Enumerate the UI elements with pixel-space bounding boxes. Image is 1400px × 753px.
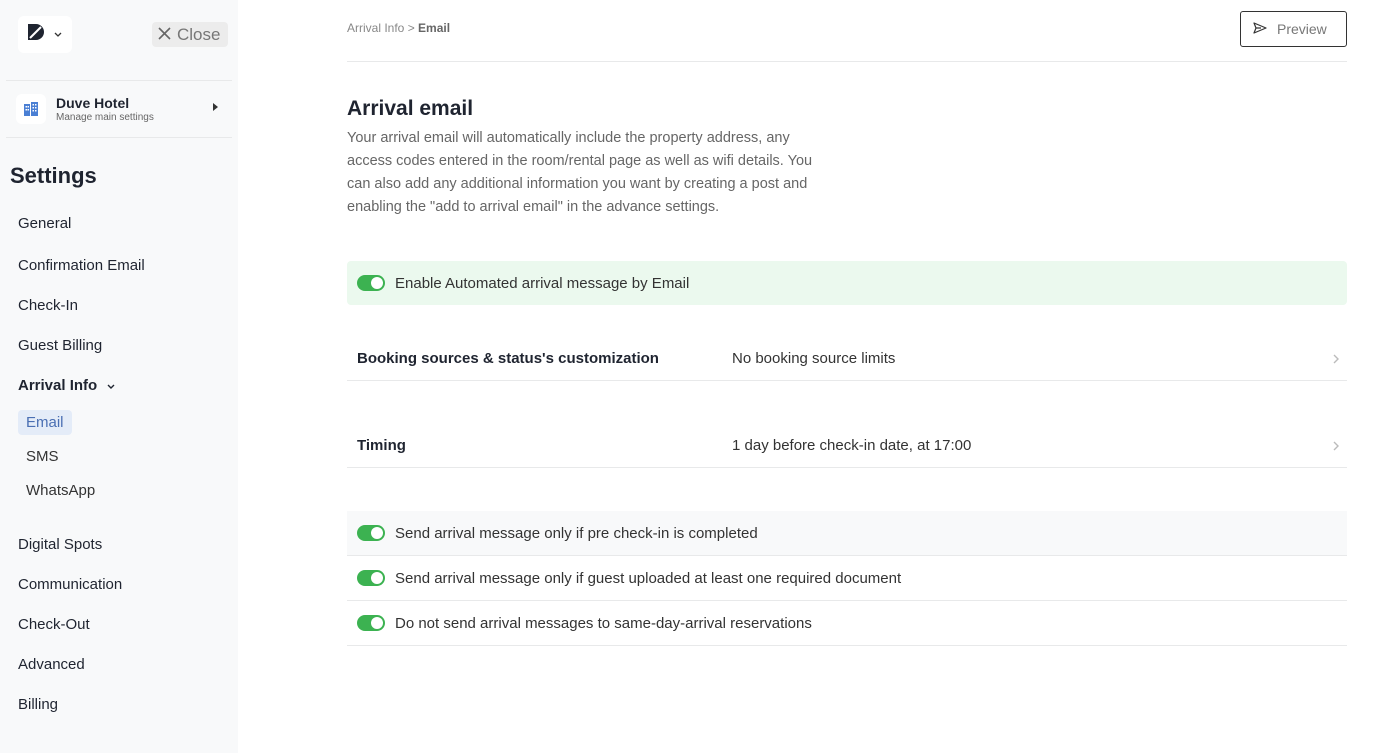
page-title: Arrival email: [347, 97, 474, 120]
enable-arrival-email-label: Enable Automated arrival message by Emai…: [395, 274, 690, 292]
sidebar: Close Duve Hotel Manage main settings Se…: [0, 0, 238, 753]
close-icon: [158, 25, 171, 45]
booking-sources-label: Booking sources & status's customization: [357, 350, 659, 367]
building-icon: [16, 94, 46, 124]
app-switcher-button[interactable]: [18, 16, 72, 53]
preview-label: Preview: [1277, 21, 1327, 37]
caret-right-icon: [213, 103, 218, 113]
chevron-down-icon: [107, 382, 115, 393]
option-label: Do not send arrival messages to same-day…: [395, 614, 812, 632]
subnav-item-whatsapp[interactable]: WhatsApp: [18, 478, 103, 503]
option-label: Send arrival message only if pre check-i…: [395, 524, 758, 542]
duve-logo-icon: [26, 22, 46, 47]
booking-sources-value: No booking source limits: [732, 350, 896, 367]
breadcrumb-current: Email: [418, 21, 451, 35]
sidebar-item-communication[interactable]: Communication: [18, 576, 122, 593]
sidebar-item-billing[interactable]: Billing: [18, 696, 58, 713]
option-row-same-day-arrival: Do not send arrival messages to same-day…: [347, 601, 1347, 646]
option-row-pre-checkin: Send arrival message only if pre check-i…: [347, 511, 1347, 556]
close-button[interactable]: Close: [152, 22, 228, 47]
option-label: Send arrival message only if guest uploa…: [395, 569, 902, 587]
sidebar-item-digital-spots[interactable]: Digital Spots: [18, 536, 102, 553]
chevron-right-icon: [1333, 351, 1339, 367]
sidebar-item-arrival-info[interactable]: Arrival Info: [18, 377, 115, 394]
page-description: Your arrival email will automatically in…: [347, 130, 813, 215]
breadcrumb: Arrival Info > Email: [347, 21, 450, 35]
booking-sources-row[interactable]: Booking sources & status's customization…: [347, 337, 1347, 381]
subnav-item-email[interactable]: Email: [18, 410, 72, 435]
breadcrumb-parent[interactable]: Arrival Info: [347, 21, 404, 35]
sidebar-item-label: Arrival Info: [18, 377, 98, 394]
close-label: Close: [177, 24, 221, 44]
timing-value: 1 day before check-in date, at 17:00: [732, 437, 972, 454]
chevron-down-icon: [54, 30, 62, 40]
send-icon: [1253, 21, 1267, 37]
settings-title: Settings: [10, 163, 97, 188]
chevron-right-icon: [1333, 438, 1339, 454]
option-row-document-uploaded: Send arrival message only if guest uploa…: [347, 556, 1347, 601]
header-divider: [347, 61, 1347, 62]
timing-row[interactable]: Timing 1 day before check-in date, at 17…: [347, 424, 1347, 468]
subnav-item-sms[interactable]: SMS: [18, 444, 67, 469]
timing-label: Timing: [357, 437, 406, 454]
property-selector[interactable]: Duve Hotel Manage main settings: [6, 80, 232, 138]
preview-button[interactable]: Preview: [1240, 11, 1347, 47]
sidebar-item-confirmation-email[interactable]: Confirmation Email: [18, 257, 145, 274]
property-name: Duve Hotel: [56, 95, 130, 111]
enable-arrival-email-banner: Enable Automated arrival message by Emai…: [347, 261, 1347, 305]
enable-arrival-email-toggle[interactable]: [357, 275, 385, 291]
sidebar-item-general[interactable]: General: [18, 215, 71, 232]
sidebar-item-check-out[interactable]: Check-Out: [18, 616, 90, 633]
sidebar-item-guest-billing[interactable]: Guest Billing: [18, 337, 102, 354]
property-subtitle: Manage main settings: [56, 112, 154, 123]
same-day-arrival-toggle[interactable]: [357, 615, 385, 631]
breadcrumb-separator: >: [404, 21, 419, 35]
document-uploaded-toggle[interactable]: [357, 570, 385, 586]
sidebar-item-check-in[interactable]: Check-In: [18, 297, 78, 314]
sidebar-item-advanced[interactable]: Advanced: [18, 656, 85, 673]
pre-checkin-toggle[interactable]: [357, 525, 385, 541]
